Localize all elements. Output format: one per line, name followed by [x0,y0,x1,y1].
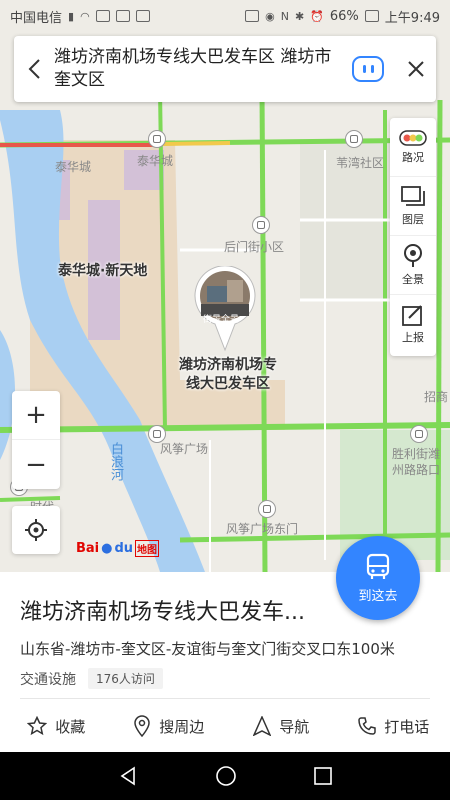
home-nav-icon[interactable] [215,765,237,787]
map-label-fengzheng: 风筝广场 [160,442,209,456]
alarm-icon: ⏰ [310,9,324,23]
panorama-icon [404,243,422,267]
paw-icon: ● [101,541,113,556]
search-bar[interactable]: 潍坊济南机场专线大巴发车区 潍坊市奎文区 [14,36,436,102]
map-label-qinhuacheng-2: 泰华城 [137,154,174,168]
place-title: 潍坊济南机场专线大巴发车... [20,600,305,625]
notification-icon [135,10,150,22]
locate-icon [25,519,47,541]
status-bar: 中国电信 ▮ ◠ ◉ N ✱ ⏰ 66% 上午9:49 [0,0,450,32]
marker-name-label: 潍坊济南机场专线大巴发车区 [179,357,277,392]
streetview-pin-icon [194,266,256,352]
traffic-label: 路况 [402,150,424,164]
layers-label: 图层 [402,212,424,226]
divider [20,698,430,699]
voice-icon [362,65,366,73]
map-label-bailang: 白浪河 [108,442,123,481]
voice-icon [370,65,374,73]
report-label: 上报 [402,331,424,344]
call-label: 打电话 [384,717,430,736]
bus-stop-icon[interactable] [148,425,166,443]
close-icon [408,61,424,77]
bus-stop-icon[interactable] [410,425,428,443]
favorite-label: 收藏 [55,717,86,736]
phone-icon [358,717,376,735]
system-nav-bar [0,752,450,800]
bus-stop-icon[interactable] [345,130,363,148]
zoom-out-button[interactable]: − [12,440,60,489]
call-button[interactable]: 打电话 [338,700,450,752]
logo-brand: Bai [76,541,100,556]
bluetooth-icon: ✱ [294,9,305,23]
map-label-fengzheng-east: 风筝广场东门 [226,522,299,536]
traffic-button[interactable]: 路况 [390,118,436,177]
back-button[interactable] [14,36,54,102]
map-label-shengli: 胜利街潍州路路口 [392,447,441,477]
location-marker[interactable]: 街景全景 [193,266,257,352]
hd-icon [245,10,260,22]
nearby-button[interactable]: 搜周边 [113,700,226,752]
map-tools-panel: 路况 图层 全景 上报 [390,118,436,356]
map-label-weiqing: 苇湾社区 [336,156,385,170]
time-label: 上午9:49 [384,10,440,26]
carrier-label: 中国电信 [10,10,63,26]
goto-button[interactable]: 到这去 [336,536,420,620]
zoom-in-button[interactable]: + [12,391,60,440]
close-button[interactable] [396,36,436,102]
chat-icon [95,10,110,22]
map-label-xintiandi: 泰华城·新天地 [58,263,148,279]
wifi-icon: ◠ [80,9,90,23]
report-button[interactable]: 上报 [390,295,436,354]
navigate-icon [253,716,272,736]
traffic-icon [399,129,427,146]
chevron-left-icon [28,59,40,79]
visits-badge: 176人访问 [88,668,163,689]
bus-icon [366,553,390,579]
locate-button[interactable] [12,506,60,554]
nearby-label: 搜周边 [159,717,205,736]
signal-icon: ▮ [68,9,75,23]
place-address: 山东省-潍坊市-奎文区-友谊街与奎文门街交叉口东100米 [20,640,395,658]
place-meta: 交通设施 176人访问 [20,668,163,689]
back-nav-icon[interactable] [118,766,138,786]
bus-stop-icon[interactable] [252,216,270,234]
panorama-label: 全景 [402,272,424,286]
map-label-houmen: 后门街小区 [224,240,285,254]
message-icon [115,10,130,22]
star-icon [27,716,48,736]
action-bar: 收藏 搜周边 导航 打电话 [0,700,450,752]
zoom-controls: + − [12,391,60,489]
favorite-button[interactable]: 收藏 [0,700,113,752]
logo-suffix: du [114,541,134,556]
eye-icon: ◉ [265,9,275,23]
voice-button[interactable] [352,56,384,82]
layers-button[interactable]: 图层 [390,177,436,236]
bus-stop-icon[interactable] [258,500,276,518]
panorama-button[interactable]: 全景 [390,236,436,295]
report-icon [402,305,422,326]
search-query[interactable]: 潍坊济南机场专线大巴发车区 潍坊市奎文区 [54,46,352,92]
bus-stop-icon[interactable] [148,130,166,148]
nfc-icon: N [280,9,289,23]
battery-icon [364,10,379,22]
map-label-qinhuacheng: 泰华城 [55,160,92,174]
place-category: 交通设施 [20,671,76,688]
baidu-logo: Bai ● du 地图 [76,540,160,557]
goto-label: 到这去 [358,588,398,604]
navigate-label: 导航 [279,717,310,736]
layers-icon [401,185,425,206]
battery-label: 66% [329,8,359,24]
navigate-button[interactable]: 导航 [225,700,338,752]
streetview-label: 街景全景 [203,315,240,325]
map-label-zhao: 招商 [424,390,449,404]
nearby-icon [134,715,150,737]
recents-nav-icon[interactable] [313,767,332,785]
logo-map-text: 地图 [135,540,160,557]
